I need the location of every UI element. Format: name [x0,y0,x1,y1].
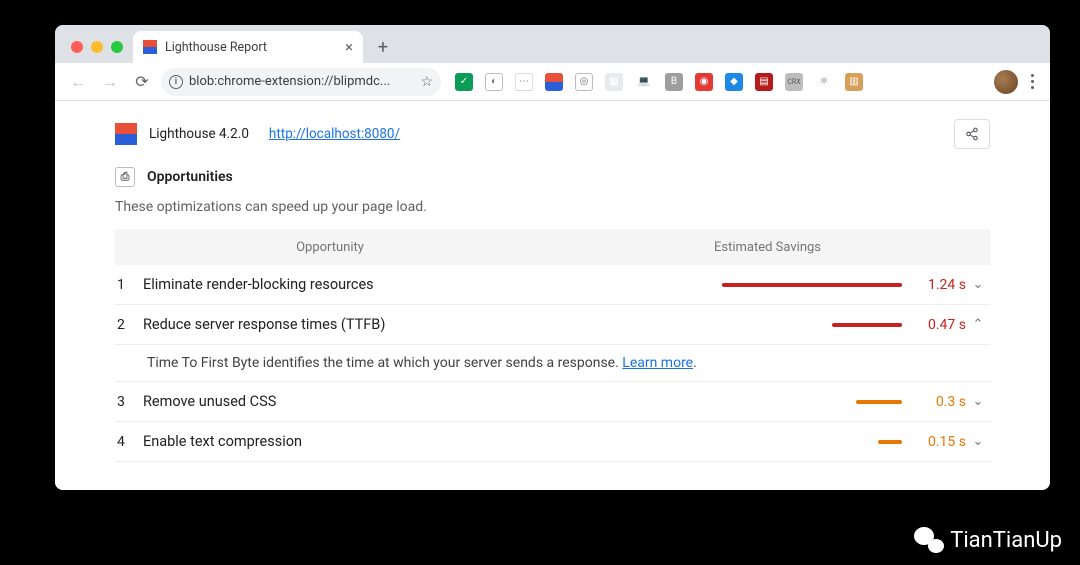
close-window-button[interactable] [71,41,83,53]
savings-bar-cell [543,323,910,327]
new-tab-button[interactable]: + [369,33,397,61]
ext-circle-1[interactable]: ◐ [485,73,503,91]
back-button[interactable]: ← [65,69,91,95]
ext-b-grey[interactable]: B [665,73,683,91]
lighthouse-favicon-icon [143,40,157,54]
savings-value: 0.15 s [910,434,966,450]
url-text: blob:chrome-extension://blipmdc... [189,74,414,89]
opportunity-label: Eliminate render-blocking resources [143,276,543,293]
reload-button[interactable]: ⟳ [129,69,155,95]
browser-tab[interactable]: Lighthouse Report × [133,31,363,63]
share-icon [965,127,979,141]
col-opportunity-header: Opportunity [115,240,545,255]
col-savings-header: Estimated Savings [545,240,990,255]
ext-react[interactable]: ⚛ [815,73,833,91]
minimize-window-button[interactable] [91,41,103,53]
ext-green-check[interactable]: ✓ [455,73,473,91]
close-tab-icon[interactable]: × [345,38,353,56]
opportunity-row[interactable]: 1Eliminate render-blocking resources 1.24… [115,265,990,305]
ext-circle-2[interactable]: ◎ [575,73,593,91]
opportunity-label: Remove unused CSS [143,393,543,410]
ext-spiral-red[interactable]: ◉ [695,73,713,91]
window-controls [65,41,133,63]
watermark-text: TianTianUp [950,528,1062,553]
wechat-icon [914,527,944,553]
opportunities-list: 1Eliminate render-blocking resources 1.24… [115,265,990,462]
opportunity-index: 1 [115,277,143,293]
opportunity-detail: Time To First Byte identifies the time a… [115,345,990,382]
lighthouse-version: Lighthouse 4.2.0 [149,126,249,142]
maximize-window-button[interactable] [111,41,123,53]
savings-bar [878,440,902,444]
forward-button[interactable]: → [97,69,123,95]
savings-value: 0.3 s [910,394,966,410]
opportunity-label: Enable text compression [143,433,543,450]
ext-shield[interactable]: ◆ [725,73,743,91]
report-header: Lighthouse 4.2.0 http://localhost:8080/ [115,101,990,163]
bookmark-star-icon[interactable]: ☆ [420,74,433,90]
ext-crx[interactable]: CRX [785,73,803,91]
browser-menu-button[interactable] [1024,74,1040,89]
ext-dots[interactable]: ⋯ [515,73,533,91]
savings-bar-cell [543,440,910,444]
audited-url-link[interactable]: http://localhost:8080/ [269,126,400,142]
ext-notes[interactable]: ▥ [845,73,863,91]
opportunity-row[interactable]: 4Enable text compression 0.15 s⌄ [115,422,990,462]
chevron-up-icon[interactable]: ⌃ [966,317,990,332]
section-description: These optimizations can speed up your pa… [115,199,990,229]
savings-bar [722,283,902,287]
savings-value: 1.24 s [910,277,966,293]
ext-laptop[interactable]: 💻 [635,73,653,91]
ext-square-grey[interactable]: ▦ [605,73,623,91]
learn-more-link[interactable]: Learn more [622,355,693,371]
share-button[interactable] [954,119,990,149]
chevron-down-icon[interactable]: ⌄ [966,434,990,449]
opportunity-label: Reduce server response times (TTFB) [143,316,543,333]
profile-avatar[interactable] [994,70,1018,94]
opportunity-index: 2 [115,317,143,333]
site-info-icon[interactable]: i [169,75,183,89]
extension-icons: ✓ ◐ ⋯ ◎ ▦ 💻 B ◉ ◆ ▤ CRX ⚛ ▥ [447,73,988,91]
tab-title: Lighthouse Report [165,40,337,55]
opportunities-section-title: ⎙ Opportunities [115,163,990,199]
savings-value: 0.47 s [910,317,966,333]
opportunity-row[interactable]: 2Reduce server response times (TTFB) 0.47… [115,305,990,345]
chevron-down-icon[interactable]: ⌄ [966,277,990,292]
savings-bar [832,323,902,327]
lighthouse-report: Lighthouse 4.2.0 http://localhost:8080/ … [55,101,1050,490]
browser-window: Lighthouse Report × + ← → ⟳ i blob:chrom… [55,25,1050,490]
savings-bar-cell [543,400,910,404]
savings-bar-cell [543,283,910,287]
opportunity-index: 3 [115,394,143,410]
opportunity-row[interactable]: 3Remove unused CSS 0.3 s⌄ [115,382,990,422]
browser-toolbar: ← → ⟳ i blob:chrome-extension://blipmdc.… [55,63,1050,101]
opportunities-section-icon: ⎙ [115,167,135,187]
address-bar[interactable]: i blob:chrome-extension://blipmdc... ☆ [161,68,441,96]
savings-bar [856,400,902,404]
lighthouse-logo-icon [115,123,137,145]
opportunity-index: 4 [115,434,143,450]
watermark: TianTianUp [914,527,1062,553]
chevron-down-icon[interactable]: ⌄ [966,394,990,409]
section-title-text: Opportunities [147,169,233,185]
tab-strip: Lighthouse Report × + [55,25,1050,63]
opportunities-table-header: Opportunity Estimated Savings [115,229,990,265]
ext-lighthouse[interactable] [545,73,563,91]
ext-book-red[interactable]: ▤ [755,73,773,91]
